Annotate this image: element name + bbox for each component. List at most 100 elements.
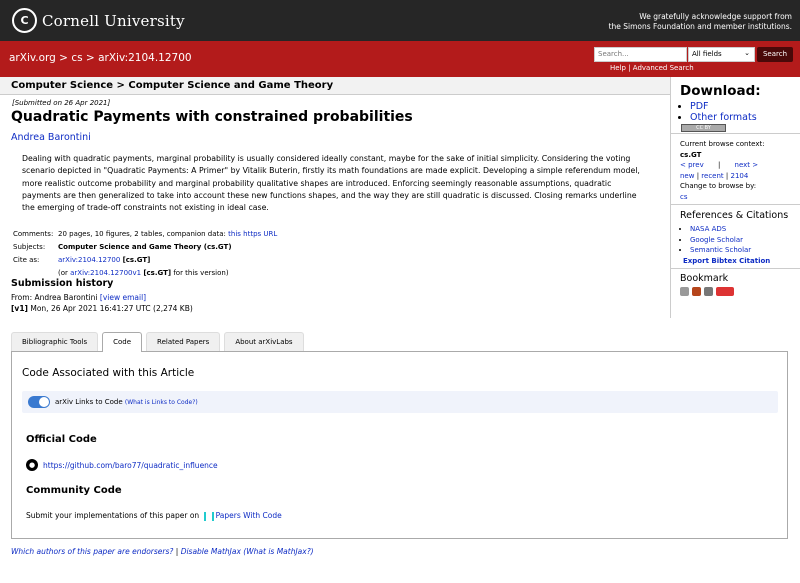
abstract: Dealing with quadratic payments, margina… (22, 154, 640, 213)
download-heading: Download: (680, 83, 761, 99)
github-link[interactable]: https://github.com/baro77/quadratic_infl… (43, 461, 218, 470)
comments-text: 20 pages, 10 figures, 2 tables, companio… (58, 230, 226, 238)
pipe-sep: | (725, 171, 729, 180)
recent-link[interactable]: recent (701, 172, 723, 180)
search-field-select[interactable]: All fields ⌄ (688, 47, 755, 62)
nasa-ads-link[interactable]: NASA ADS (690, 225, 726, 233)
toggle-label: arXiv Links to Code (What is Links to Co… (55, 398, 198, 406)
metadata-table: Comments: 20 pages, 10 figures, 2 tables… (11, 227, 279, 281)
disable-mathjax-link[interactable]: Disable MathJax (181, 547, 241, 556)
subject-breadcrumb: Computer Science > Computer Science and … (11, 80, 334, 91)
history-v1: [v1] (11, 304, 28, 313)
help-links: Help | Advanced Search (610, 64, 694, 72)
footer: Which authors of this paper are endorser… (11, 547, 314, 556)
bookmark-icons (680, 287, 734, 296)
submission-history: From: Andrea Barontini [view email] [v1]… (11, 292, 193, 314)
cornell-logo[interactable]: C Cornell University (12, 8, 185, 33)
toggle-label-text: arXiv Links to Code (55, 398, 123, 406)
github-icon: ● (26, 459, 38, 471)
breadcrumb-paper-id[interactable]: arXiv:2104.12700 (98, 52, 192, 64)
pipe-sep: | (696, 171, 700, 180)
next-link[interactable]: next > (735, 161, 759, 169)
official-code-heading: Official Code (26, 434, 97, 445)
cornell-seal-icon: C (12, 8, 37, 33)
author-link[interactable]: Andrea Barontini (11, 132, 91, 143)
references-list: NASA ADS Google Scholar Semantic Scholar (690, 224, 751, 256)
ack-line-1: We gratefully acknowledge support from (639, 12, 792, 21)
breadcrumb-arxiv[interactable]: arXiv.org (9, 52, 56, 64)
search-input[interactable]: Search... (594, 47, 687, 62)
cite-v1-link[interactable]: arXiv:2104.12700v1 (70, 269, 141, 277)
tab-related-papers[interactable]: Related Papers (146, 332, 221, 351)
subjects-label: Subjects: (13, 243, 46, 251)
browse-cs-link[interactable]: cs (680, 193, 688, 201)
new-link[interactable]: new (680, 172, 694, 180)
references-heading: References & Citations (680, 210, 789, 221)
google-scholar-link[interactable]: Google Scholar (690, 236, 743, 244)
history-v1-date: Mon, 26 Apr 2021 16:41:27 UTC (2,274 KB) (30, 304, 193, 313)
footer-sep: | (175, 547, 179, 556)
reddit-icon[interactable] (716, 287, 734, 296)
papers-with-code-icon (203, 511, 214, 521)
change-browse-label: Change to browse by: (680, 182, 757, 190)
subject-bar: Computer Science > Computer Science and … (0, 77, 670, 95)
breadcrumb-sep: > (85, 52, 95, 64)
browse-context: Current browse context: cs.GT < prev | n… (680, 139, 765, 202)
cc-license-badge[interactable]: CC BY (681, 124, 726, 132)
labs-tabs: Bibliographic Tools Code Related Papers … (11, 332, 308, 352)
cite-v1-cat: [cs.GT] (143, 269, 172, 277)
mendeley-icon[interactable] (692, 287, 701, 296)
companion-data-link[interactable]: this https URL (228, 230, 277, 238)
year-link[interactable]: 2104 (731, 172, 749, 180)
download-list: PDF Other formats (690, 101, 757, 123)
endorsers-link[interactable]: Which authors of this paper are endorser… (11, 547, 173, 556)
view-email-link[interactable]: [view email] (100, 293, 146, 302)
context-label: Current browse context: (680, 140, 765, 148)
breadcrumb-sep: > (59, 52, 68, 64)
semantic-scholar-link[interactable]: Semantic Scholar (690, 246, 751, 254)
comments-label: Comments: (13, 230, 54, 238)
breadcrumb-cs[interactable]: cs (71, 52, 82, 64)
paper-title: Quadratic Payments with constrained prob… (11, 109, 413, 125)
help-link[interactable]: Help (610, 64, 626, 72)
links-to-code-toggle[interactable] (28, 396, 50, 408)
community-text-label: Submit your implementations of this pape… (26, 511, 200, 520)
community-text: Submit your implementations of this pape… (26, 511, 282, 521)
code-panel-heading: Code Associated with this Article (22, 367, 195, 379)
cite-cat: [cs.GT] (122, 256, 151, 264)
cite-id-link[interactable]: arXiv:2104.12700 (58, 256, 120, 264)
search-field-value: All fields (692, 50, 722, 58)
cite-v1-rest: for this version) (173, 269, 229, 277)
prev-link[interactable]: < prev (680, 161, 704, 169)
advanced-search-link[interactable]: Advanced Search (633, 64, 694, 72)
acknowledgement: We gratefully acknowledge support from t… (609, 12, 792, 32)
cite-or: (or (58, 269, 68, 277)
top-banner: C Cornell University We gratefully ackno… (0, 0, 800, 41)
community-code-heading: Community Code (26, 485, 122, 496)
context-value: cs.GT (680, 150, 702, 159)
chevron-down-icon: ⌄ (744, 49, 750, 57)
submission-history-heading: Submission history (11, 278, 114, 289)
search-button[interactable]: Search (757, 47, 793, 62)
cite-label: Cite as: (13, 256, 40, 264)
logo-text: Cornell University (42, 11, 185, 30)
bibsonomy-icon[interactable] (680, 287, 689, 296)
what-is-links-to-code-link[interactable]: (What is Links to Code?) (125, 399, 198, 406)
other-formats-link[interactable]: Other formats (690, 112, 757, 123)
breadcrumb: arXiv.org > cs > arXiv:2104.12700 (9, 52, 192, 64)
bookmark-heading: Bookmark (680, 273, 729, 284)
tab-about-arxivlabs[interactable]: About arXivLabs (224, 332, 304, 351)
tab-code[interactable]: Code (102, 332, 143, 352)
tab-bibliographic-tools[interactable]: Bibliographic Tools (11, 332, 99, 351)
ack-line-2: the Simons Foundation and member institu… (608, 22, 792, 31)
pdf-link[interactable]: PDF (690, 101, 709, 112)
help-sep: | (628, 64, 631, 72)
citeulike-icon[interactable] (704, 287, 713, 296)
subjects-value: Computer Science and Game Theory (cs.GT) (58, 243, 232, 251)
submitted-date: [Submitted on 26 Apr 2021] (12, 99, 111, 107)
what-is-mathjax-link[interactable]: (What is MathJax?) (243, 547, 313, 556)
export-bibtex-link[interactable]: Export Bibtex Citation (683, 257, 770, 265)
papers-with-code-link[interactable]: Papers With Code (216, 511, 282, 520)
history-from: From: Andrea Barontini (11, 293, 98, 302)
pipe-sep: | (717, 161, 721, 169)
